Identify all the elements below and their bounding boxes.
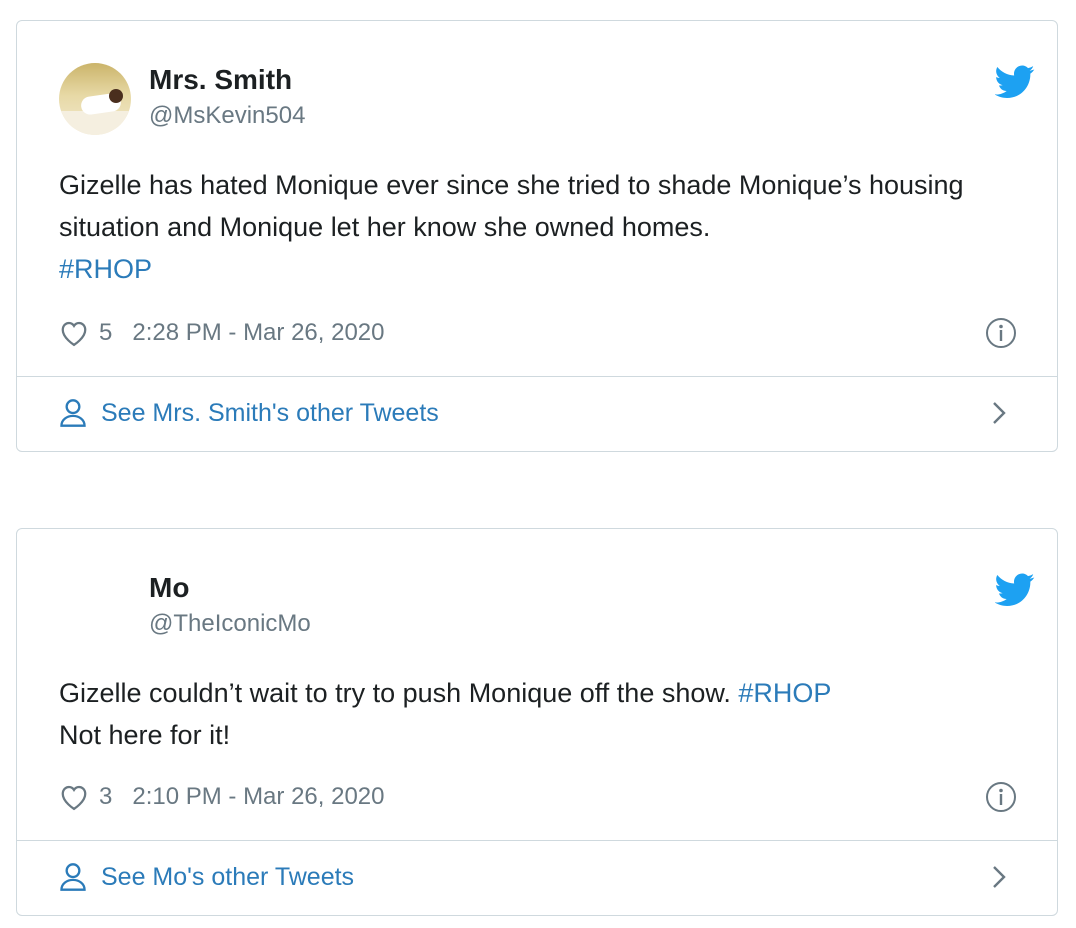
tweet-body: Gizelle has hated Monique ever since she… bbox=[59, 170, 964, 242]
tweet-meta: 5 2:28 PM - Mar 26, 2020 bbox=[59, 318, 385, 348]
author-name[interactable]: Mrs. Smith bbox=[149, 63, 292, 97]
see-other-tweets-link[interactable]: See Mrs. Smith's other Tweets bbox=[59, 398, 1017, 428]
tweet-card[interactable]: Mo @TheIconicMo Gizelle couldn’t wait to… bbox=[16, 528, 1058, 916]
divider bbox=[17, 376, 1057, 377]
tweet-timestamp[interactable]: 2:28 PM - Mar 26, 2020 bbox=[132, 318, 384, 348]
twitter-bird-icon[interactable] bbox=[995, 573, 1035, 607]
twitter-bird-icon[interactable] bbox=[995, 65, 1035, 99]
heart-icon[interactable] bbox=[59, 783, 89, 811]
chevron-right-icon[interactable] bbox=[991, 400, 1007, 426]
tweet-timestamp[interactable]: 2:10 PM - Mar 26, 2020 bbox=[132, 782, 384, 812]
see-other-tweets-link[interactable]: See Mo's other Tweets bbox=[59, 862, 1017, 892]
tweet-text: Gizelle has hated Monique ever since she… bbox=[59, 164, 1017, 290]
avatar-bed bbox=[59, 111, 131, 135]
hashtag-link[interactable]: #RHOP bbox=[738, 678, 831, 708]
heart-icon[interactable] bbox=[59, 319, 89, 347]
author-name[interactable]: Mo bbox=[149, 571, 189, 605]
avatar[interactable] bbox=[59, 63, 131, 135]
hashtag-link[interactable]: #RHOP bbox=[59, 254, 152, 284]
person-icon bbox=[60, 863, 86, 891]
person-icon bbox=[60, 399, 86, 427]
see-other-tweets-label[interactable]: See Mo's other Tweets bbox=[101, 862, 354, 892]
divider bbox=[17, 840, 1057, 841]
tweet-body-trailing: Not here for it! bbox=[59, 720, 231, 750]
info-icon[interactable] bbox=[985, 317, 1017, 349]
tweet-meta: 3 2:10 PM - Mar 26, 2020 bbox=[59, 782, 385, 812]
tweet-card[interactable]: Mrs. Smith @MsKevin504 Gizelle has hated… bbox=[16, 20, 1058, 452]
see-other-tweets-label[interactable]: See Mrs. Smith's other Tweets bbox=[101, 398, 439, 428]
info-icon[interactable] bbox=[985, 781, 1017, 813]
chevron-right-icon[interactable] bbox=[991, 864, 1007, 890]
author-handle[interactable]: @TheIconicMo bbox=[149, 609, 311, 639]
like-count[interactable]: 5 bbox=[99, 318, 112, 348]
like-count[interactable]: 3 bbox=[99, 782, 112, 812]
author-handle[interactable]: @MsKevin504 bbox=[149, 101, 305, 131]
avatar-head bbox=[109, 89, 123, 103]
tweet-text: Gizelle couldn’t wait to try to push Mon… bbox=[59, 672, 1017, 756]
tweet-body: Gizelle couldn’t wait to try to push Mon… bbox=[59, 678, 731, 708]
